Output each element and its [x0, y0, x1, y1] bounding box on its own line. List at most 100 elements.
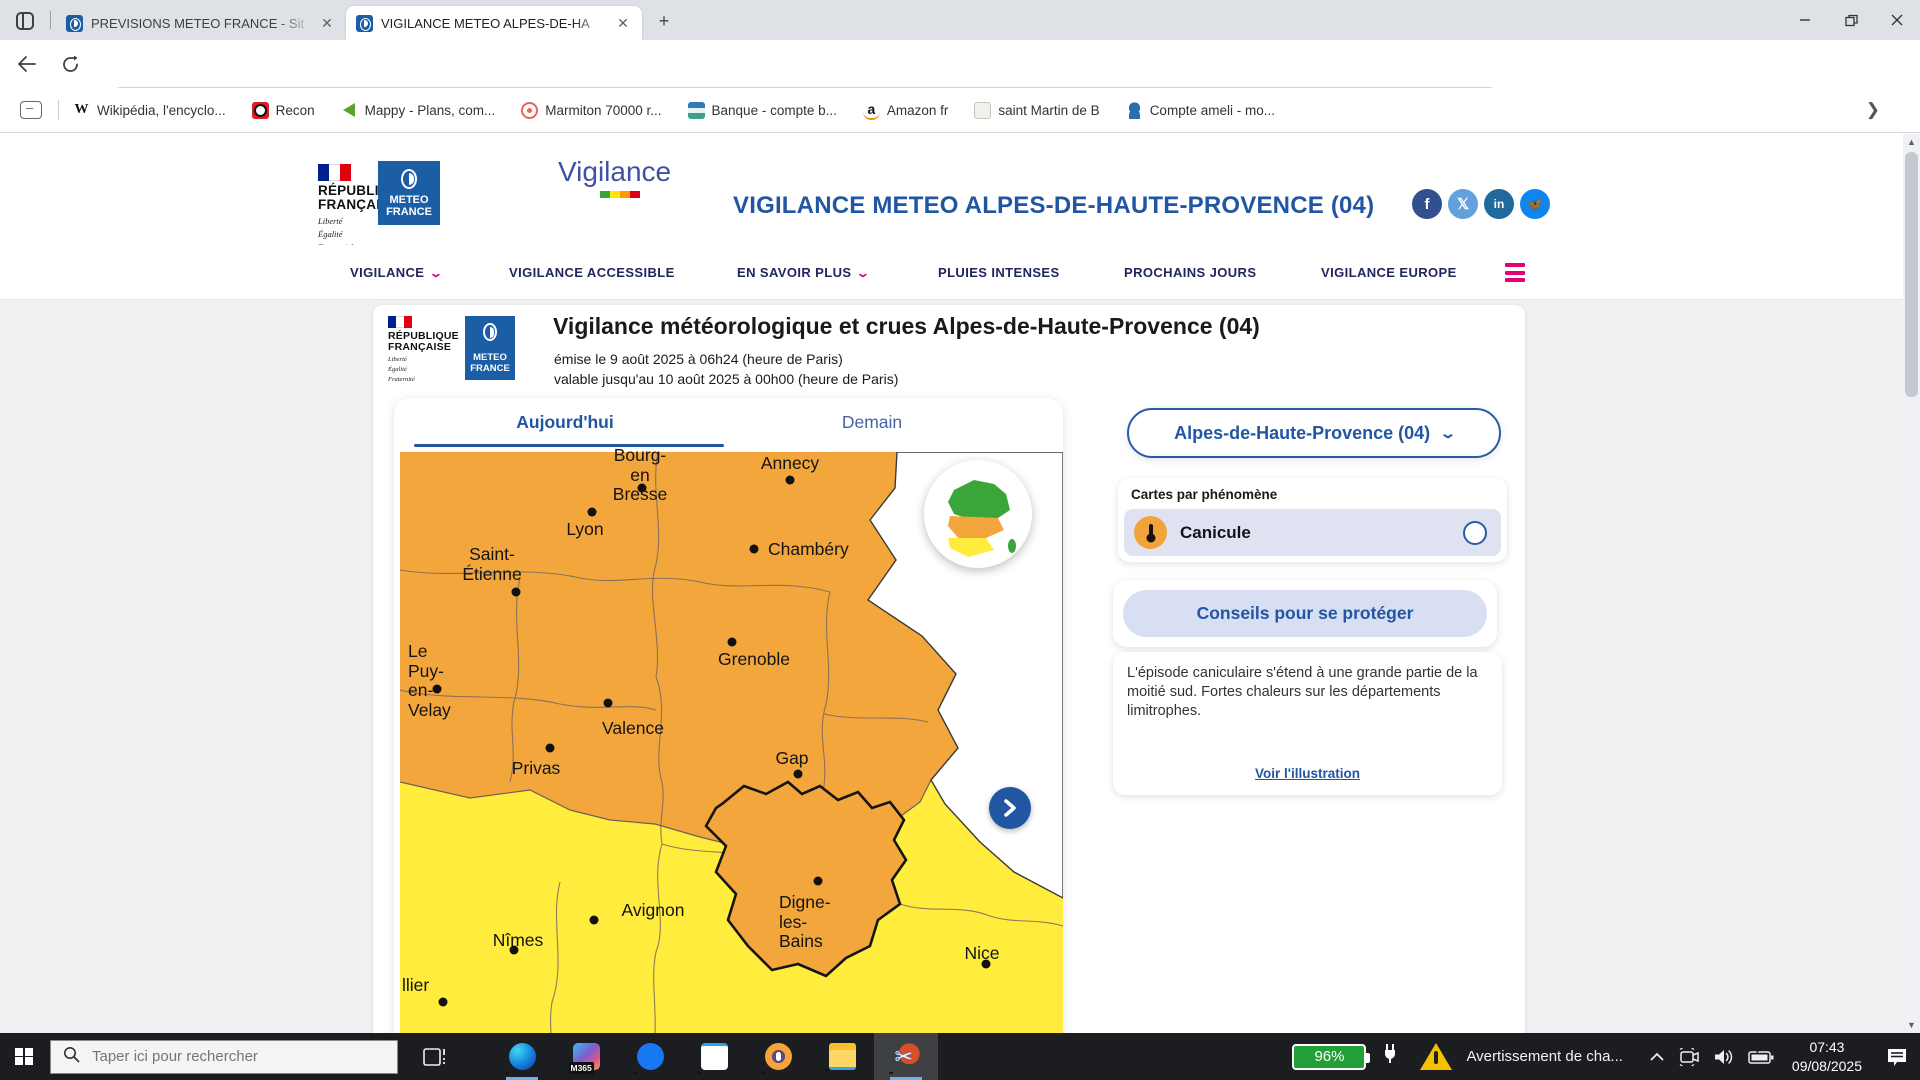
- close-tab-icon[interactable]: ✕: [318, 14, 336, 32]
- city-dot: [786, 476, 795, 485]
- taskbar-app-store[interactable]: [682, 1033, 746, 1080]
- scrollbar-thumb[interactable]: [1905, 152, 1918, 397]
- action-center-icon[interactable]: [1874, 1033, 1920, 1080]
- app-icon: [701, 1043, 728, 1070]
- nav-pluies-intenses[interactable]: PLUIES INTENSES⌄: [938, 245, 1060, 300]
- vigilance-content-card: RÉPUBLIQUEFRANÇAISE Liberté Égalité Frat…: [373, 305, 1525, 1033]
- city-label: Avignon: [622, 901, 685, 921]
- taskbar-app-edge[interactable]: [490, 1033, 554, 1080]
- taskbar-app-snipping[interactable]: [874, 1033, 938, 1080]
- app-icon: [509, 1043, 536, 1070]
- chevron-down-icon: ⌄: [856, 266, 871, 280]
- facebook-icon[interactable]: f: [1412, 189, 1442, 219]
- date: 09/08/2025: [1792, 1057, 1862, 1076]
- city-label: Grenoble: [718, 650, 790, 670]
- nav-prochains-jours[interactable]: PROCHAINS JOURS⌄: [1124, 245, 1256, 300]
- scroll-down-icon[interactable]: ▼: [1903, 1017, 1920, 1033]
- camera-in-use-icon[interactable]: [1678, 1048, 1700, 1066]
- back-icon[interactable]: [12, 50, 40, 78]
- close-window-button[interactable]: [1874, 0, 1920, 40]
- vigilance-wordmark[interactable]: Vigilance: [558, 156, 671, 188]
- bookmark-marmiton[interactable]: Marmiton 70000 r...: [521, 102, 661, 119]
- page-scrollbar[interactable]: ▲ ▼: [1903, 134, 1920, 1033]
- city-dot: [604, 699, 613, 708]
- city-dot: [546, 744, 555, 753]
- bookmarks-overflow-chevron-icon[interactable]: ❯: [1866, 100, 1880, 120]
- next-map-button[interactable]: [989, 787, 1031, 829]
- tab-strip: PREVISIONS METEO FRANCE - Sit ✕ VIGILANC…: [0, 0, 1920, 40]
- x-twitter-icon[interactable]: 𝕏: [1448, 189, 1478, 219]
- heat-alert-text[interactable]: Avertissement de cha...: [1466, 1048, 1622, 1065]
- task-view-icon[interactable]: [412, 1033, 458, 1080]
- linkedin-icon[interactable]: in: [1484, 189, 1514, 219]
- france-overview-inset[interactable]: [924, 460, 1032, 568]
- menu-hamburger-icon[interactable]: [1505, 263, 1525, 282]
- taskbar-app-m365[interactable]: M365: [554, 1033, 618, 1080]
- taskbar-search[interactable]: [50, 1040, 398, 1074]
- bluesky-icon[interactable]: 🦋: [1520, 189, 1550, 219]
- bookmarks-bar: W Wikipédia, l'encyclo... Recon Mappy - …: [0, 88, 1920, 133]
- search-icon: [63, 1046, 80, 1068]
- app-badge: [825, 1069, 829, 1071]
- chevron-down-icon: ⌄: [1439, 425, 1457, 442]
- bookmark-favicon: a: [863, 101, 880, 120]
- app-icon: [765, 1043, 792, 1070]
- close-tab-icon[interactable]: ✕: [614, 14, 632, 32]
- tab-demain[interactable]: Demain: [772, 412, 972, 433]
- site-header: RÉPUBLIQUEFRANÇAISE Liberté Égalité Frat…: [0, 134, 1903, 245]
- volume-icon[interactable]: [1713, 1048, 1735, 1066]
- bookmark-mappy[interactable]: Mappy - Plans, com...: [341, 102, 496, 119]
- bookmark-banque[interactable]: Banque - compte b...: [688, 102, 837, 119]
- department-selector[interactable]: Alpes-de-Haute-Provence (04) ⌄: [1127, 408, 1501, 458]
- bookmark-amazon[interactable]: a Amazon fr: [863, 101, 949, 120]
- nav-en-savoir-plus[interactable]: EN SAVOIR PLUS⌄: [737, 245, 869, 300]
- taskbar-app-facebook[interactable]: [618, 1033, 682, 1080]
- advice-button[interactable]: Conseils pour se protéger: [1123, 590, 1487, 637]
- city-dot: [590, 916, 599, 925]
- phenomenon-label: Canicule: [1180, 523, 1463, 543]
- tab-previsions-meteo[interactable]: PREVISIONS METEO FRANCE - Sit ✕: [56, 6, 346, 40]
- phenomena-card: Cartes par phénomène Canicule: [1118, 478, 1507, 562]
- clock[interactable]: 07:43 09/08/2025: [1792, 1038, 1862, 1076]
- tab-actions-icon[interactable]: [12, 8, 38, 34]
- phenomenon-radio[interactable]: [1463, 521, 1487, 545]
- vigilance-map[interactable]: Bourg-en Bresse Annecy Lyon Chambéry: [400, 452, 1063, 1033]
- app-icon: [829, 1043, 856, 1070]
- heat-warning-icon[interactable]: [1420, 1043, 1452, 1070]
- collapse-sidebar-icon[interactable]: [20, 101, 42, 119]
- start-button[interactable]: [0, 1033, 48, 1080]
- bookmark-favicon: [974, 102, 991, 119]
- city-dot: [750, 545, 759, 554]
- bookmark-wikipedia[interactable]: W Wikipédia, l'encyclo...: [73, 102, 226, 119]
- phenomenon-canicule-row[interactable]: Canicule: [1124, 509, 1501, 556]
- refresh-icon[interactable]: [56, 50, 84, 78]
- battery-percent-widget[interactable]: 96%: [1292, 1044, 1366, 1070]
- illustration-link[interactable]: Voir l'illustration: [1113, 766, 1502, 781]
- scroll-up-icon[interactable]: ▲: [1903, 134, 1920, 150]
- restore-button[interactable]: [1828, 0, 1874, 40]
- nav-vigilance-accessible[interactable]: VIGILANCE ACCESSIBLE⌄: [509, 245, 675, 300]
- bookmark-recon[interactable]: Recon: [252, 102, 315, 119]
- bookmark-ameli[interactable]: Compte ameli - mo...: [1126, 102, 1275, 119]
- battery-tray-icon[interactable]: [1748, 1049, 1774, 1065]
- new-tab-button[interactable]: +: [652, 9, 676, 33]
- taskbar-app-explorer[interactable]: [810, 1033, 874, 1080]
- time: 07:43: [1792, 1038, 1862, 1057]
- taskbar-app-avast[interactable]: [746, 1033, 810, 1080]
- description-text: L'épisode caniculaire s'étend à une gran…: [1127, 664, 1488, 721]
- app-badge: [697, 1072, 701, 1074]
- tray-chevron-up-icon[interactable]: [1649, 1052, 1665, 1062]
- tab-vigilance-meteo[interactable]: VIGILANCE METEO ALPES-DE-HA ✕: [346, 6, 642, 40]
- nav-vigilance-europe[interactable]: VIGILANCE EUROPE⌄: [1321, 245, 1457, 300]
- bookmark-saint-martin[interactable]: saint Martin de B: [974, 102, 1099, 119]
- nav-vigilance[interactable]: VIGILANCE⌄: [350, 245, 442, 300]
- search-input[interactable]: [90, 1047, 360, 1066]
- site-nav: VIGILANCE⌄ VIGILANCE ACCESSIBLE⌄ EN SAVO…: [0, 245, 1903, 300]
- tab-aujourdhui[interactable]: Aujourd'hui: [465, 412, 665, 433]
- divider: [50, 11, 51, 29]
- desktop: RÉPUBLIQUEFRANÇAISE Liberté Égalité Frat…: [0, 0, 1920, 1080]
- minimize-button[interactable]: [1782, 0, 1828, 40]
- meteo-france-logo-small: METEOFRANCE: [465, 316, 515, 380]
- bulletin-validity: valable jusqu'au 10 août 2025 à 00h00 (h…: [554, 371, 898, 387]
- divider: [58, 100, 59, 120]
